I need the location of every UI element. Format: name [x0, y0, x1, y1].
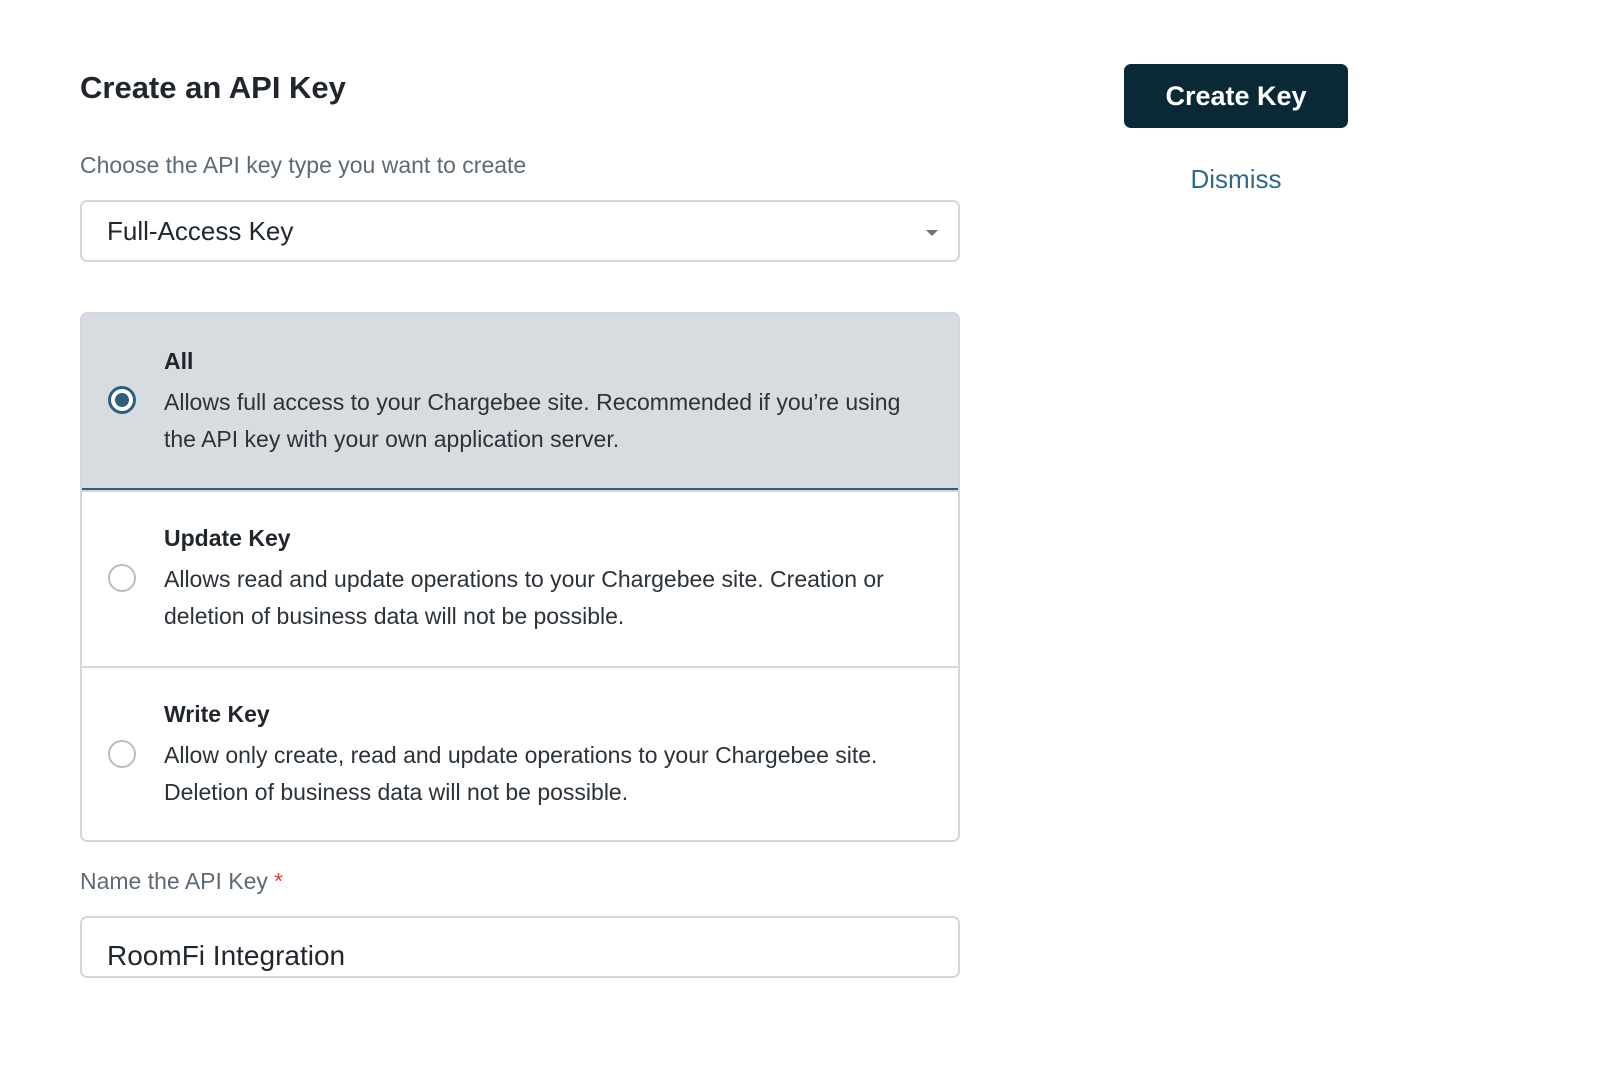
option-title: All: [164, 348, 194, 374]
api-key-name-label: Name the API Key *: [80, 868, 283, 895]
permission-option-update-key[interactable]: Update Key Allows read and update operat…: [82, 490, 958, 666]
dismiss-link[interactable]: Dismiss: [1124, 164, 1348, 195]
caret-down-icon: [926, 230, 938, 236]
permission-option-all[interactable]: All Allows full access to your Chargebee…: [82, 314, 958, 490]
option-title: Update Key: [164, 525, 291, 551]
key-type-select[interactable]: Full-Access Key: [80, 200, 960, 262]
option-description: Allow only create, read and update opera…: [164, 742, 878, 805]
page-title: Create an API Key: [80, 70, 346, 105]
option-title: Write Key: [164, 701, 270, 727]
option-description: Allows read and update operations to you…: [164, 566, 884, 629]
api-key-name-label-text: Name the API Key: [80, 868, 268, 894]
required-marker: *: [273, 868, 283, 894]
permission-options: All Allows full access to your Chargebee…: [80, 312, 960, 842]
radio-checked-icon[interactable]: [108, 386, 136, 414]
permission-option-write-key[interactable]: Write Key Allow only create, read and up…: [82, 666, 958, 840]
api-key-name-field-wrapper: [80, 916, 960, 978]
create-key-button[interactable]: Create Key: [1124, 64, 1348, 128]
key-type-label: Choose the API key type you want to crea…: [80, 152, 527, 178]
option-description: Allows full access to your Chargebee sit…: [164, 389, 901, 452]
radio-unchecked-icon[interactable]: [108, 564, 136, 592]
key-type-selected-value: Full-Access Key: [107, 215, 294, 246]
radio-unchecked-icon[interactable]: [108, 740, 136, 768]
api-key-name-input[interactable]: [107, 940, 927, 972]
create-api-key-panel: Create an API Key Create Key Dismiss Cho…: [0, 0, 1600, 1066]
